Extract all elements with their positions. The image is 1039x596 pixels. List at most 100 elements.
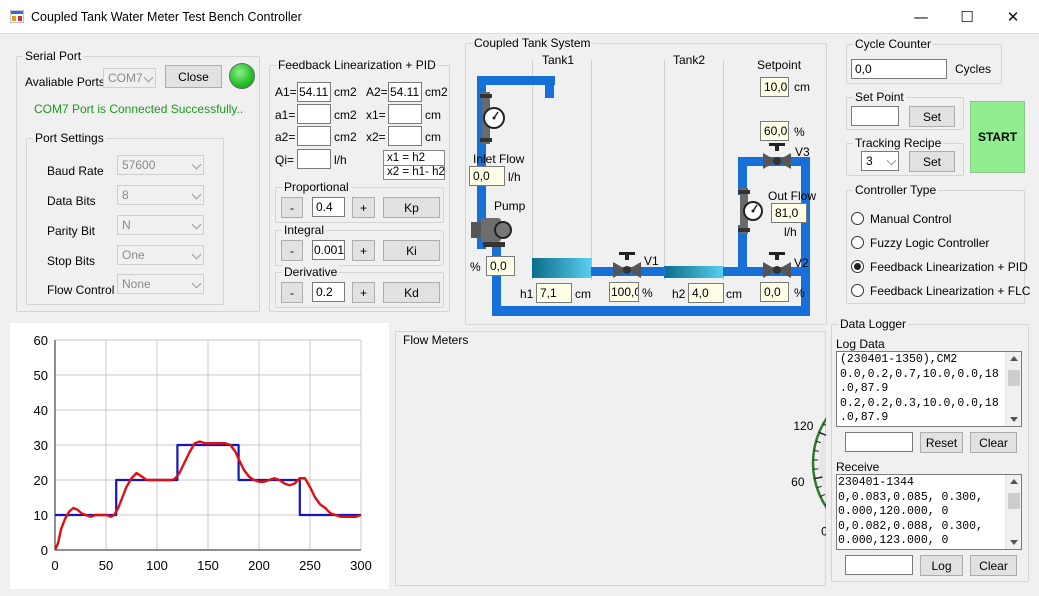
x1-input[interactable] xyxy=(388,104,422,124)
window-title: Coupled Tank Water Meter Test Bench Cont… xyxy=(31,10,302,24)
port-setting-label: Parity Bit xyxy=(47,224,96,238)
receive-input[interactable] xyxy=(845,555,913,575)
pump-label: Pump xyxy=(494,199,526,213)
h2-unit: cm xyxy=(726,287,742,301)
qi-input[interactable] xyxy=(297,149,331,169)
level-chart: 0 10 20 30 40 50 60 0 50 100 150 200 250 300 xyxy=(10,323,389,589)
chart-y-tick-label: 40 xyxy=(34,403,48,418)
available-ports-value: COM7 xyxy=(108,71,143,85)
kd-button[interactable]: Kd xyxy=(383,282,440,303)
controller-radio[interactable] xyxy=(851,284,864,297)
clear-log-button[interactable]: Clear xyxy=(970,432,1017,453)
close-port-button[interactable]: Close xyxy=(165,65,222,88)
ki-decrease-button[interactable]: - xyxy=(281,240,303,261)
controller-option-label: Feedback Linearization + FLC xyxy=(870,284,1031,298)
chart-x-tick-label: 0 xyxy=(51,558,58,573)
equation-x1: x1 = h2 xyxy=(387,152,426,164)
outflow-unit: l/h xyxy=(784,225,797,239)
fl-pid-title: Feedback Linearization + PID xyxy=(276,58,438,72)
port-setting-select[interactable]: 8 xyxy=(117,185,204,205)
set-point-button[interactable]: Set xyxy=(909,106,955,127)
port-settings-title: Port Settings xyxy=(33,131,106,145)
receive-textbox[interactable]: 230401-1344 0,0.083,0.085, 0.300, 0.000,12… xyxy=(836,474,1022,550)
kp-increase-button[interactable]: + xyxy=(352,197,375,218)
port-setting-select[interactable]: N xyxy=(117,215,204,235)
set-point-input[interactable] xyxy=(851,106,899,126)
v2-label: V2 xyxy=(794,256,809,270)
x2-input[interactable] xyxy=(388,126,422,146)
chevron-down-icon xyxy=(191,219,202,230)
a2-small-input[interactable] xyxy=(297,126,331,146)
log-data-textbox[interactable]: (230401-1350),CM2 0.0,0.2,0.7,10.0,0.0,18… xyxy=(836,351,1022,427)
log-line: 0.0,0.2,0.7,10.0,0.0,18 xyxy=(840,367,999,381)
a1-area-input[interactable]: 54.11 xyxy=(297,82,331,102)
receive-line: 230401-1344 xyxy=(838,476,914,489)
port-setting-select[interactable]: One xyxy=(117,245,204,265)
tracking-recipe-select[interactable]: 3 xyxy=(861,151,899,171)
app-icon xyxy=(9,9,25,24)
integral-title: Integral xyxy=(282,223,327,237)
ki-increase-button[interactable]: + xyxy=(352,240,375,261)
bottom-pipe xyxy=(492,306,810,316)
inlet-gauge-label: 0 xyxy=(821,525,826,539)
chart-y-tick-label: 10 xyxy=(34,508,48,523)
log-scrollbar[interactable] xyxy=(1005,352,1021,426)
h1-label: h1 xyxy=(520,287,534,301)
kd-decrease-button[interactable]: - xyxy=(281,282,303,303)
port-setting-select[interactable]: 57600 xyxy=(117,155,204,175)
port-setting-select[interactable]: None xyxy=(117,274,204,294)
coupled-tank-title: Coupled Tank System xyxy=(472,36,593,50)
kd-value-input[interactable]: 0.2 xyxy=(312,282,345,302)
cycle-unit: Cycles xyxy=(955,62,992,76)
reset-button[interactable]: Reset xyxy=(920,432,963,453)
port-setting-label: Flow Control xyxy=(47,283,115,297)
a1-small-label: a1= xyxy=(275,108,296,122)
ki-value-input[interactable]: 0.001 xyxy=(312,240,345,260)
inlet-gauge-label: 60 xyxy=(791,475,805,489)
log-data-text: (230401-1350),CM2 0.0,0.2,0.7,10.0,0.0,18… xyxy=(840,353,999,426)
equation-x2: x2 = h1- h2 xyxy=(387,166,445,178)
receive-label: Receive xyxy=(836,460,880,474)
maximize-button[interactable]: ☐ xyxy=(944,0,990,34)
recipe-set-button[interactable]: Set xyxy=(909,151,955,172)
log-button[interactable]: Log xyxy=(920,555,963,576)
kp-decrease-button[interactable]: - xyxy=(281,197,303,218)
a2-area-input[interactable]: 54.11 xyxy=(388,82,422,102)
start-button[interactable]: START xyxy=(970,101,1025,173)
ki-button[interactable]: Ki xyxy=(383,240,440,261)
kp-button[interactable]: Kp xyxy=(383,197,440,218)
available-ports-select[interactable]: COM7 xyxy=(103,68,156,88)
setpoint-unit: cm xyxy=(794,80,810,94)
chart-y-tick-label: 0 xyxy=(41,543,48,558)
a1-label: A1= xyxy=(275,85,297,99)
x2-unit: cm xyxy=(425,130,441,144)
receive-scrollbar[interactable] xyxy=(1005,475,1021,549)
close-window-button[interactable]: ✕ xyxy=(990,0,1036,34)
tank2-water xyxy=(664,266,724,278)
inlet-gauge-face xyxy=(819,431,826,495)
port-setting-label: Baud Rate xyxy=(47,164,104,178)
v3-unit: % xyxy=(794,125,805,139)
controller-type-title: Controller Type xyxy=(853,183,939,197)
controller-radio[interactable] xyxy=(851,212,864,225)
h1-value: 7,1 xyxy=(536,283,572,303)
setpoint-value: 10,0 xyxy=(760,77,789,97)
v3-label: V3 xyxy=(795,145,810,159)
port-setting-value: One xyxy=(122,248,145,262)
kp-value-input[interactable]: 0.4 xyxy=(312,197,345,217)
controller-radio[interactable] xyxy=(851,260,864,273)
flow-gauges-svg: 060120180240300360420480Inlet Flow (l/h)… xyxy=(791,417,826,539)
controller-radio[interactable] xyxy=(851,236,864,249)
a1-small-input[interactable] xyxy=(297,104,331,124)
minimize-button[interactable]: — xyxy=(898,0,944,34)
clear-receive-button[interactable]: Clear xyxy=(970,555,1017,576)
pump-icon xyxy=(471,214,513,248)
chart-y-tick-label: 30 xyxy=(34,438,48,453)
h2-label: h2 xyxy=(672,287,686,301)
state-equations-box: x1 = h2 x2 = h1- h2 xyxy=(383,150,445,180)
kd-increase-button[interactable]: + xyxy=(352,282,375,303)
chart-x-tick-label: 50 xyxy=(99,558,113,573)
log-filename-input[interactable] xyxy=(845,432,913,452)
chart-y-tick-label: 20 xyxy=(34,473,48,488)
tracking-recipe-value: 3 xyxy=(866,154,873,168)
